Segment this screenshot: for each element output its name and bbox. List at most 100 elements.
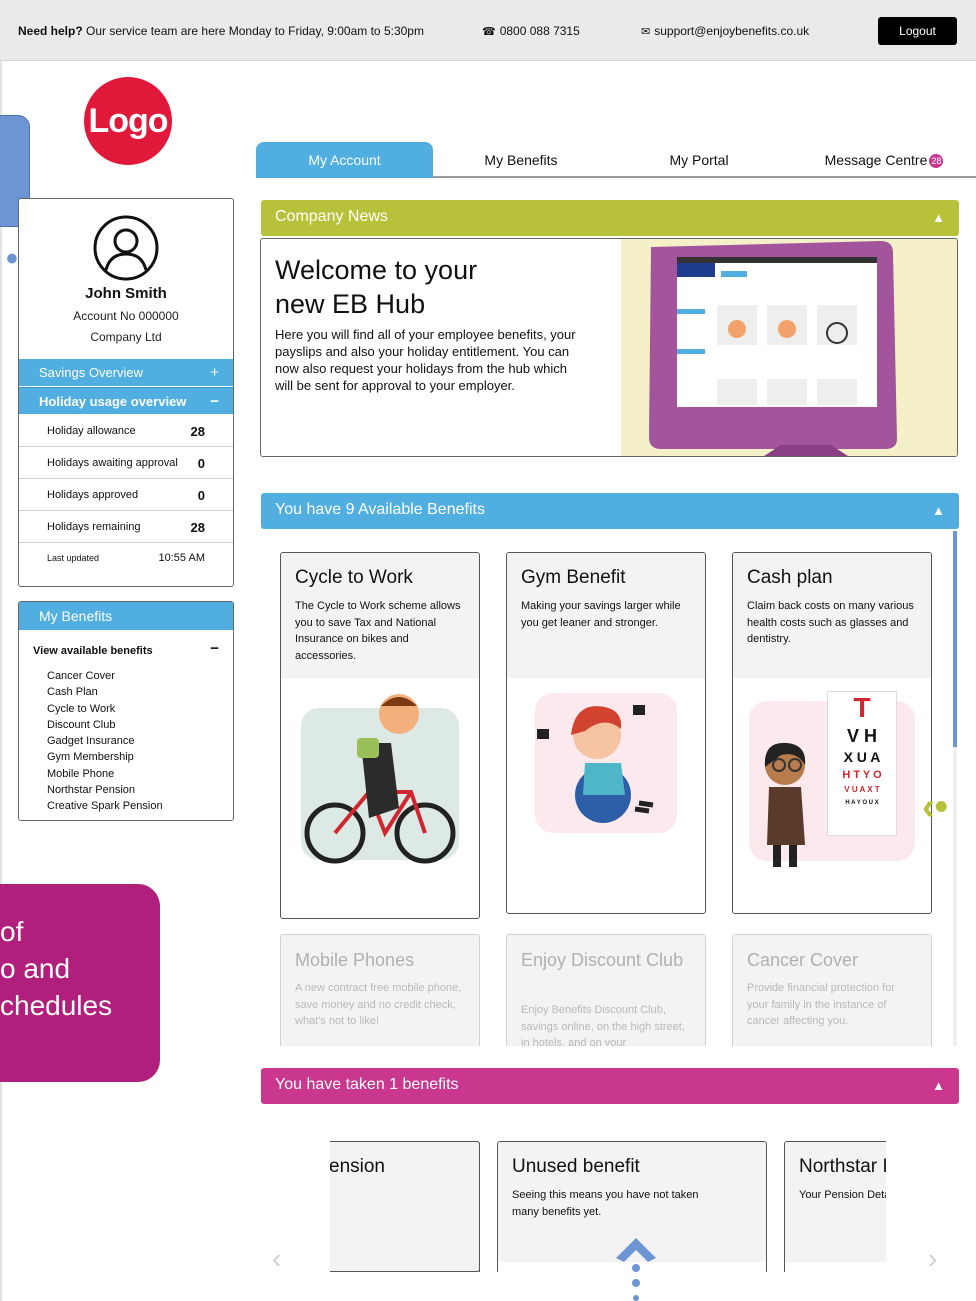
benefit-list-item[interactable]: Cancer Cover bbox=[47, 668, 163, 684]
benefit-list: Cancer Cover Cash Plan Cycle to Work Dis… bbox=[47, 668, 163, 815]
user-avatar-icon bbox=[93, 215, 159, 281]
benefit-list-item[interactable]: Cash Plan bbox=[47, 684, 163, 700]
news-heading: Welcome to your new EB Hub bbox=[275, 255, 478, 319]
chevron-up-icon[interactable]: ▲ bbox=[932, 201, 945, 235]
card-title: Cash plan bbox=[747, 567, 833, 588]
holiday-overview-toggle[interactable]: Holiday usage overview − bbox=[19, 387, 233, 414]
envelope-icon: ✉ bbox=[641, 26, 651, 38]
eye-chart-line: V U A X T bbox=[844, 785, 880, 794]
fade-mask bbox=[262, 1046, 952, 1060]
holiday-row-label: Holidays awaiting approval bbox=[47, 457, 178, 469]
company-news-title: Company News bbox=[275, 208, 388, 225]
tab-my-account[interactable]: My Account bbox=[256, 142, 433, 178]
tab-my-portal[interactable]: My Portal bbox=[614, 142, 784, 178]
frame-edge bbox=[0, 61, 2, 1301]
double-dot-arrow-icon: ‹• bbox=[922, 786, 948, 828]
benefit-list-item[interactable]: Discount Club bbox=[47, 717, 163, 733]
last-updated-row: Last updated 10:55 AM bbox=[19, 543, 233, 575]
benefit-card-cancer-cover[interactable]: Cancer Cover Provide financial protectio… bbox=[732, 934, 932, 1054]
card-title: Gym Benefit bbox=[521, 567, 626, 588]
tab-message-centre[interactable]: Message Centre 28 bbox=[792, 142, 976, 178]
holiday-row-value: 0 bbox=[197, 456, 205, 471]
phone-link[interactable]: ☎ 0800 088 7315 bbox=[482, 24, 580, 38]
holiday-row-label: Holidays remaining bbox=[47, 521, 141, 533]
email-link[interactable]: ✉ support@enjoybenefits.co.uk bbox=[641, 24, 809, 38]
cyclist-illustration bbox=[301, 694, 459, 864]
last-updated-value: 10:55 AM bbox=[158, 552, 205, 564]
carousel-bottom-mask bbox=[240, 1272, 976, 1301]
savings-overview-label: Savings Overview bbox=[39, 365, 144, 380]
phone-icon: ☎ bbox=[482, 26, 496, 38]
holiday-row-value: 28 bbox=[190, 520, 205, 535]
benefit-list-item[interactable]: Northstar Pension bbox=[47, 782, 163, 798]
card-title: Cycle to Work bbox=[295, 567, 413, 588]
benefit-card-discount-club[interactable]: Enjoy Discount Club Enjoy Benefits Disco… bbox=[506, 934, 706, 1054]
benefit-card-mobile-phones[interactable]: Mobile Phones A new contract free mobile… bbox=[280, 934, 480, 1054]
benefit-card-cycle-to-work[interactable]: Cycle to Work The Cycle to Work scheme a… bbox=[280, 552, 480, 919]
chevron-right-icon[interactable]: › bbox=[928, 1243, 937, 1275]
holiday-row: Holidays remaining 28 bbox=[19, 511, 233, 543]
collapse-icon[interactable]: − bbox=[210, 640, 219, 657]
callout-line: of bbox=[0, 916, 24, 947]
card-description: Your Pension Deta bbox=[799, 1189, 891, 1201]
chevron-up-icon[interactable]: ▲ bbox=[932, 494, 945, 528]
benefit-card-gym[interactable]: Gym Benefit Making your savings larger w… bbox=[506, 552, 706, 914]
account-number: Account No 000000 bbox=[73, 309, 179, 323]
company-name: Company Ltd bbox=[90, 330, 162, 344]
card-description: A new contract free mobile phone, save m… bbox=[295, 982, 462, 1027]
scrollbar-thumb[interactable] bbox=[953, 531, 957, 747]
card-description: The Cycle to Work scheme allows you to s… bbox=[295, 600, 461, 662]
help-bold: Need help? bbox=[18, 24, 83, 38]
minus-icon: − bbox=[210, 393, 219, 410]
tab-my-benefits[interactable]: My Benefits bbox=[436, 142, 606, 178]
scroll-up-arrow-icon[interactable] bbox=[614, 1232, 658, 1301]
available-benefits-header[interactable]: You have 9 Available Benefits ▲ bbox=[261, 493, 959, 529]
holiday-row-label: Holidays approved bbox=[47, 489, 139, 501]
savings-overview-toggle[interactable]: Savings Overview + bbox=[19, 359, 233, 386]
help-hours: Our service team are here Monday to Frid… bbox=[86, 24, 424, 38]
news-body: Here you will find all of your employee … bbox=[275, 327, 576, 393]
card-title: Enjoy Discount Club bbox=[521, 950, 684, 970]
benefit-list-item[interactable]: Mobile Phone bbox=[47, 766, 163, 782]
benefit-list-item[interactable]: Gadget Insurance bbox=[47, 733, 163, 749]
card-description: Seeing this means you have not taken man… bbox=[512, 1189, 699, 1218]
card-title: Unused benefit bbox=[512, 1156, 640, 1177]
eye-chart-line: H A Y O U X bbox=[845, 800, 879, 806]
logout-button[interactable]: Logout bbox=[878, 17, 957, 45]
purple-callout: of o and chedules bbox=[0, 884, 160, 1082]
chevron-up-icon[interactable]: ▲ bbox=[932, 1069, 945, 1103]
eye-chart: T V H X U A H T Y O V U A X T H A Y O U … bbox=[827, 691, 897, 836]
chevron-left-icon[interactable]: ‹ bbox=[272, 1243, 281, 1275]
eye-chart-line: H T Y O bbox=[842, 769, 882, 781]
card-description: Enjoy Benefits Discount Club, savings on… bbox=[521, 1004, 685, 1049]
message-count-badge: 28 bbox=[929, 154, 944, 169]
benefit-card-cash-plan[interactable]: Cash plan Claim back costs on many vario… bbox=[732, 552, 932, 914]
email-address: support@enjoybenefits.co.uk bbox=[654, 24, 810, 38]
company-news-header[interactable]: Company News ▲ bbox=[261, 200, 959, 236]
eye-chart-line: X U A bbox=[843, 749, 881, 765]
card-title: Cancer Cover bbox=[747, 950, 859, 970]
carousel-left-mask bbox=[240, 1120, 330, 1301]
benefit-list-item[interactable]: Gym Membership bbox=[47, 749, 163, 765]
help-text: Need help? Our service team are here Mon… bbox=[18, 24, 424, 38]
benefit-list-item[interactable]: Cycle to Work bbox=[47, 701, 163, 717]
my-benefits-panel: My Benefits View available benefits − Ca… bbox=[18, 601, 234, 821]
card-description: Provide financial protection for your fa… bbox=[747, 982, 895, 1027]
holiday-row-label: Holiday allowance bbox=[47, 425, 136, 437]
plus-icon: + bbox=[210, 364, 219, 381]
callout-line: chedules bbox=[0, 990, 113, 1021]
card-description: Making your savings larger while you get… bbox=[521, 600, 681, 629]
holiday-row-value: 28 bbox=[190, 424, 205, 439]
card-title: Mobile Phones bbox=[295, 950, 415, 970]
profile-panel: John Smith Account No 000000 Company Ltd… bbox=[18, 198, 234, 587]
taken-card-pension-visible[interactable]: ension bbox=[330, 1141, 480, 1272]
view-available-benefits-label[interactable]: View available benefits bbox=[33, 645, 153, 657]
holiday-overview-label: Holiday usage overview bbox=[39, 394, 187, 409]
my-benefits-title: My Benefits bbox=[19, 602, 233, 630]
taken-benefits-header[interactable]: You have taken 1 benefits ▲ bbox=[261, 1068, 959, 1104]
holiday-row-value: 0 bbox=[197, 488, 205, 503]
callout-line: o and bbox=[0, 953, 71, 984]
eye-chart-line: V H bbox=[846, 726, 877, 746]
company-logo[interactable]: Logo bbox=[84, 77, 172, 165]
benefit-list-item[interactable]: Creative Spark Pension bbox=[47, 798, 163, 814]
